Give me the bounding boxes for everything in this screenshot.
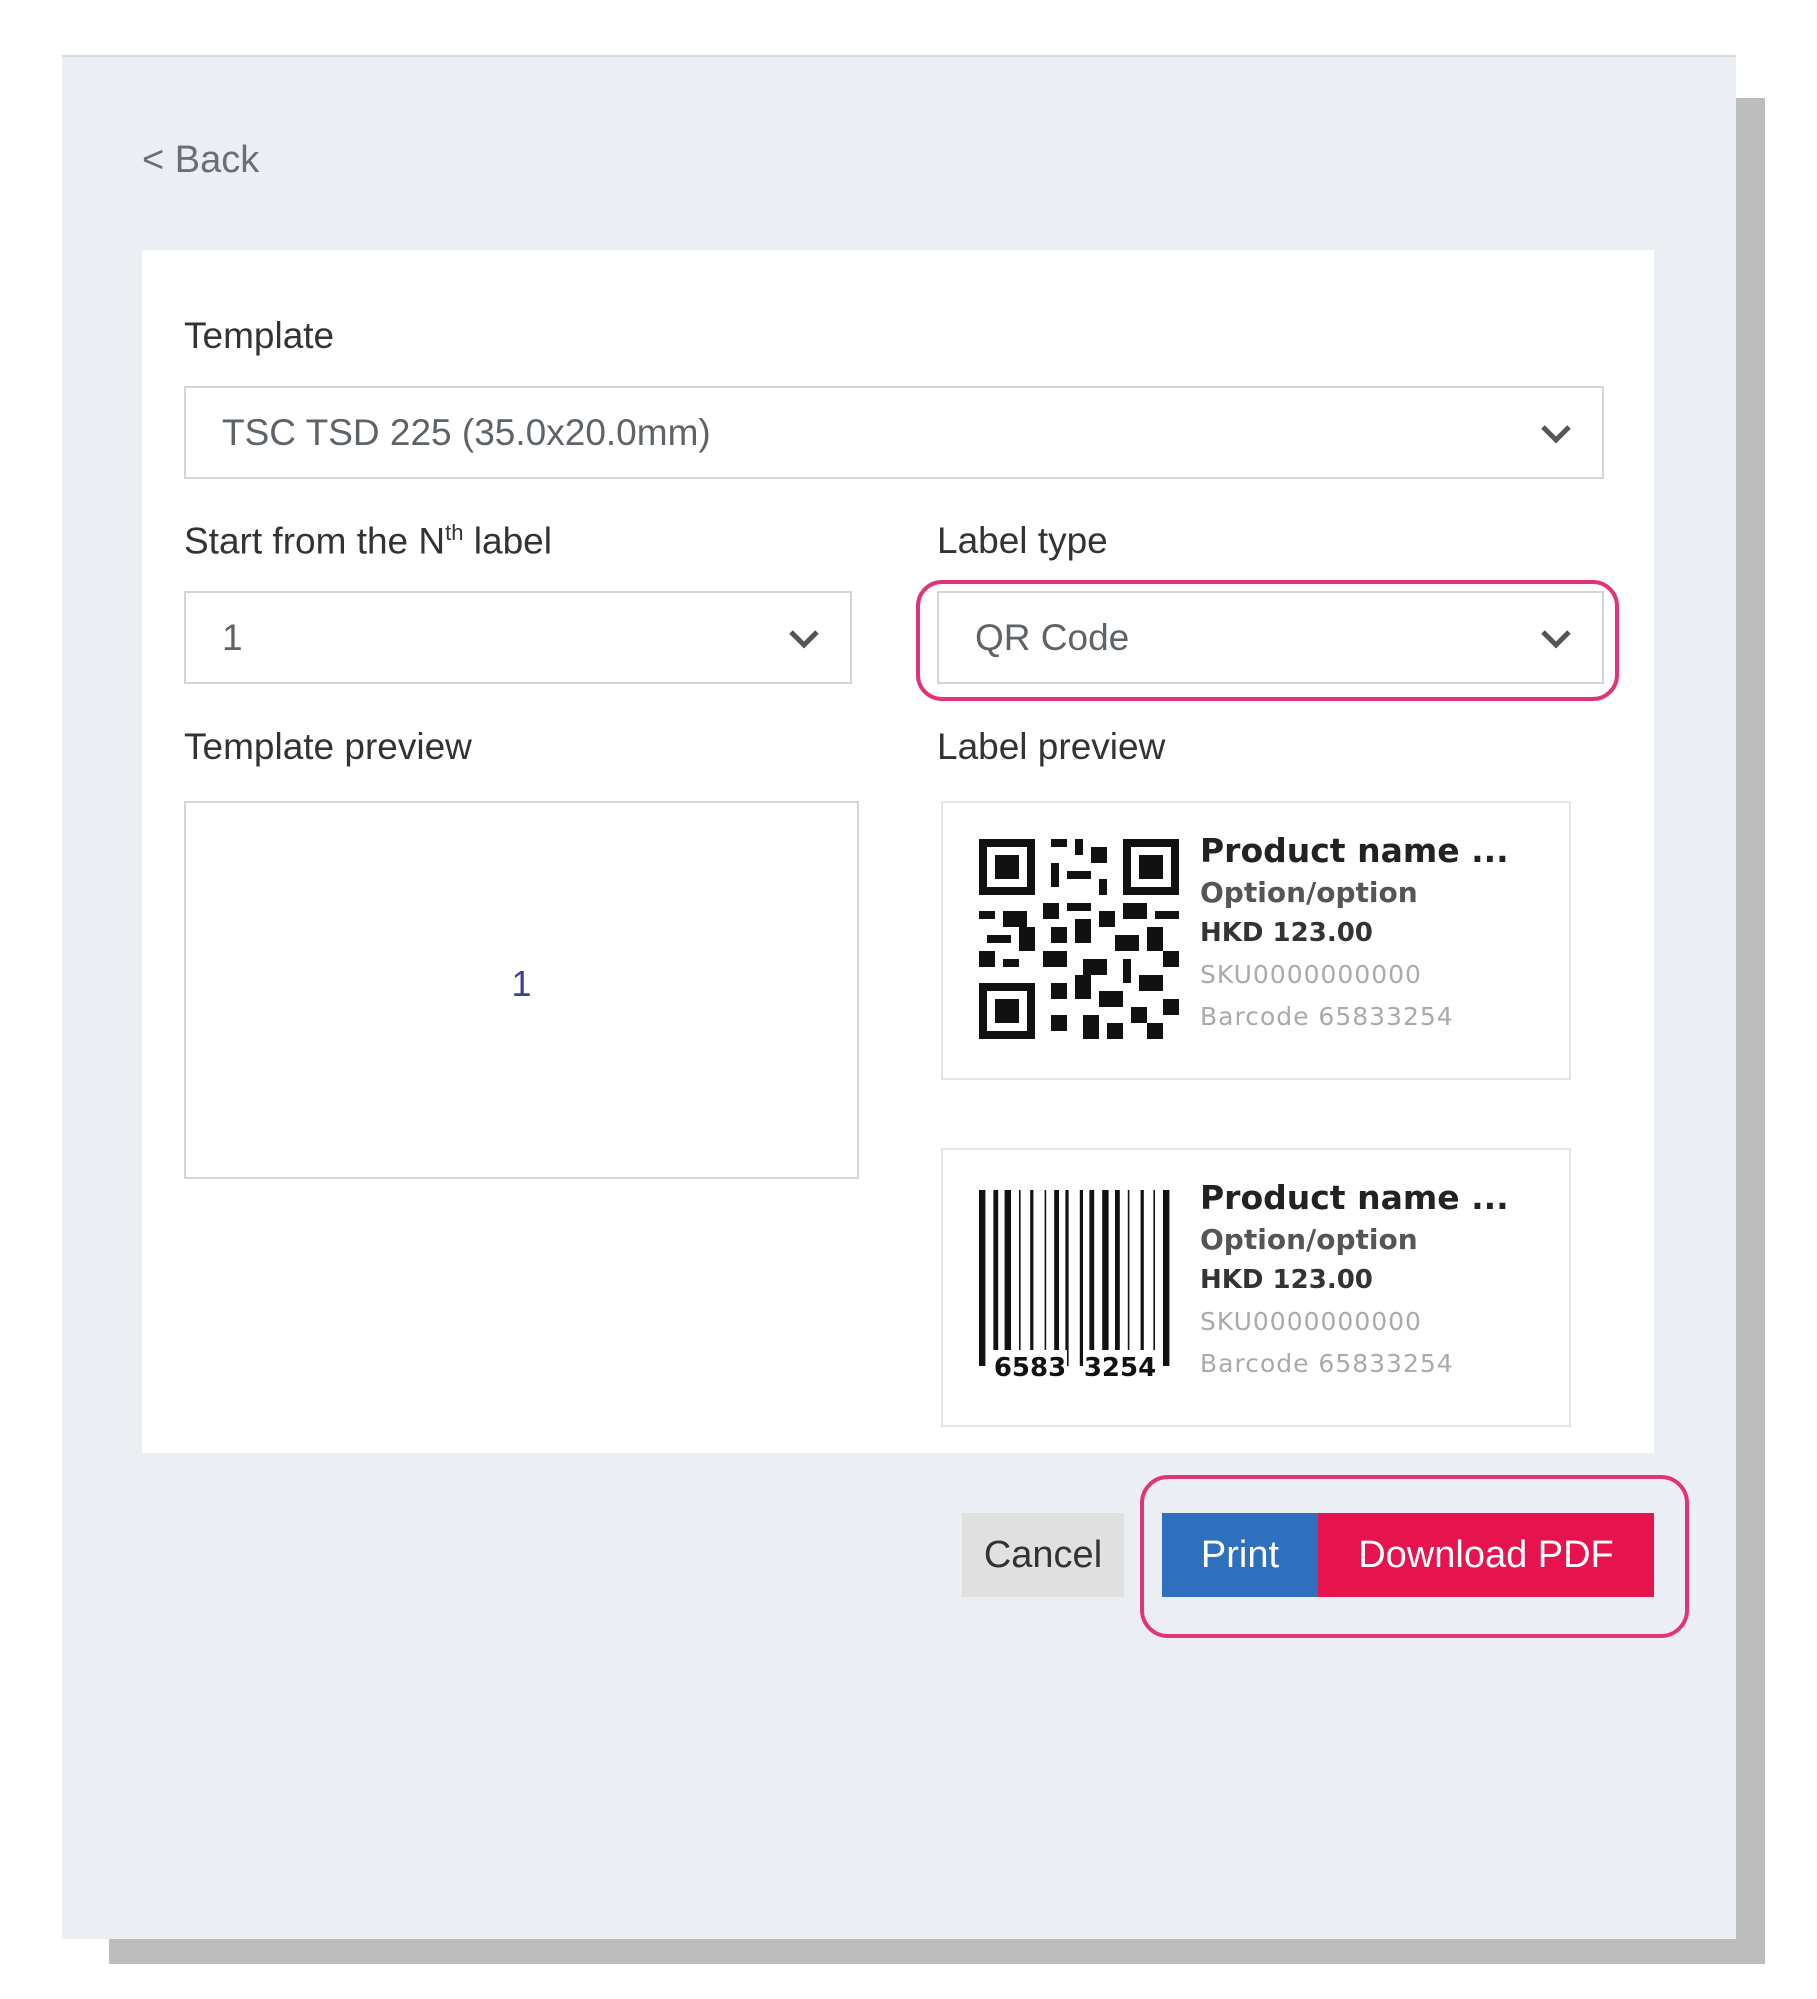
product-sku: SKU0000000000	[1200, 1307, 1422, 1336]
actions-highlight	[1140, 1475, 1689, 1638]
product-price: HKD 123.00	[1200, 1265, 1373, 1295]
qr-code-icon	[979, 839, 1179, 1039]
product-option: Option/option	[1200, 876, 1418, 909]
start-label-select-value: 1	[222, 616, 243, 658]
product-sku: SKU0000000000	[1200, 960, 1422, 989]
barcode-icon: 6583 3254	[979, 1190, 1170, 1380]
back-link[interactable]: < Back	[142, 139, 259, 182]
barcode-label-preview: 6583 3254 Product name ... Option/option…	[941, 1148, 1571, 1427]
product-barcode: Barcode 65833254	[1200, 1002, 1454, 1031]
label-type-label: Label type	[937, 520, 1108, 561]
product-name: Product name ...	[1200, 1178, 1509, 1217]
cancel-button[interactable]: Cancel	[962, 1513, 1124, 1597]
chevron-down-icon	[789, 630, 819, 649]
label-type-highlight	[916, 580, 1619, 701]
template-preview-box: 1	[184, 801, 859, 1179]
product-name: Product name ...	[1200, 831, 1509, 870]
template-select[interactable]: TSC TSD 225 (35.0x20.0mm)	[184, 386, 1604, 479]
barcode-label-text: Product name ... Option/option HKD 123.0…	[1200, 1178, 1509, 1378]
template-preview-number: 1	[511, 963, 532, 1004]
barcode-digits-left: 6583	[994, 1353, 1066, 1380]
template-preview-label: Template preview	[184, 726, 472, 767]
product-price: HKD 123.00	[1200, 918, 1373, 948]
product-option: Option/option	[1200, 1223, 1418, 1256]
qr-label-preview: Product name ... Option/option HKD 123.0…	[941, 801, 1571, 1080]
chevron-down-icon	[1541, 425, 1571, 444]
template-label: Template	[184, 315, 335, 356]
barcode-digits-right: 3254	[1084, 1353, 1156, 1380]
start-label-select[interactable]: 1	[184, 591, 852, 684]
label-preview-label: Label preview	[937, 726, 1166, 767]
qr-label-text: Product name ... Option/option HKD 123.0…	[1200, 831, 1509, 1031]
template-select-value: TSC TSD 225 (35.0x20.0mm)	[222, 411, 711, 453]
product-barcode: Barcode 65833254	[1200, 1349, 1454, 1378]
start-label: Start from the Nth label	[184, 520, 552, 562]
